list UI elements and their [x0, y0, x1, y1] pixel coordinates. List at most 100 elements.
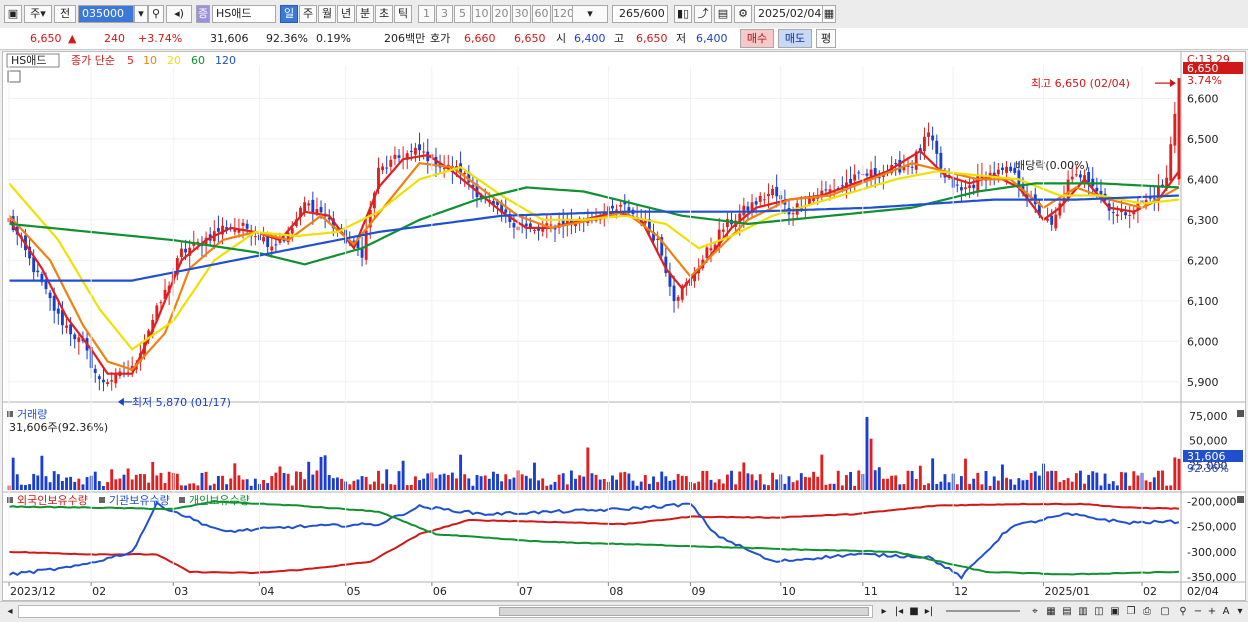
- volume-bar: [923, 485, 926, 490]
- interval-button-20[interactable]: 20: [492, 5, 511, 23]
- scroll-right-icon[interactable]: ▸: [878, 604, 890, 619]
- split-icon[interactable]: ◫: [1092, 604, 1106, 619]
- period-tab-3[interactable]: 년: [337, 5, 355, 23]
- candle-body: [253, 236, 257, 238]
- save-icon[interactable]: ▤: [714, 5, 732, 23]
- candle-body: [705, 247, 709, 258]
- interval-button-30[interactable]: 30: [512, 5, 531, 23]
- volume-bar: [680, 475, 684, 490]
- scroll-left-icon[interactable]: ◂: [4, 604, 16, 619]
- volume-bar: [643, 475, 647, 490]
- speaker-icon[interactable]: ◂): [166, 5, 192, 23]
- stock-code-input[interactable]: 035000: [78, 5, 134, 23]
- volume-bar: [471, 485, 475, 490]
- volume-bar: [233, 463, 237, 490]
- search-icon[interactable]: ⚲: [148, 5, 164, 23]
- volume-bar: [881, 478, 885, 490]
- interval-button-120[interactable]: 120: [552, 5, 574, 23]
- x-axis-label-10: 11: [864, 585, 878, 598]
- volume-bar: [405, 485, 409, 490]
- holdings-axis-tick-2: -300,000: [1187, 546, 1236, 559]
- legend-stock-name: HS애드: [11, 54, 47, 67]
- volume-bar: [799, 473, 803, 490]
- volume-bar: [561, 473, 565, 490]
- period-tab-2[interactable]: 월: [318, 5, 336, 23]
- zoom-search-icon[interactable]: ⚲: [1176, 604, 1190, 619]
- zoom-in-icon[interactable]: +: [1206, 604, 1218, 619]
- interval-dropdown[interactable]: ▾: [572, 5, 608, 23]
- candle-body: [270, 246, 274, 251]
- volume-bar: [356, 479, 360, 490]
- table-icon[interactable]: ▤: [1060, 604, 1074, 619]
- volume-bar: [582, 476, 586, 490]
- volume-bar: [943, 474, 947, 490]
- candle-body: [319, 207, 323, 213]
- scroll-down-icon[interactable]: ▾: [1234, 604, 1246, 619]
- candle-body: [512, 223, 516, 228]
- text-tool-icon[interactable]: A: [1220, 604, 1232, 619]
- date-field[interactable]: 2025/02/04: [754, 5, 824, 23]
- volume-bar: [389, 484, 393, 490]
- x-axis-label-9: 10: [782, 585, 796, 598]
- copy-icon[interactable]: ❐: [1124, 604, 1138, 619]
- window-icon[interactable]: ▣: [4, 5, 22, 23]
- volume-bar: [1001, 464, 1004, 490]
- first-page-icon[interactable]: |◂: [892, 604, 906, 619]
- zoom-slider[interactable]: [946, 610, 1020, 612]
- chevron-down-icon[interactable]: ▾: [134, 5, 148, 23]
- layout-icon[interactable]: ▥: [1076, 604, 1090, 619]
- volume-bar: [418, 480, 421, 490]
- volume-bar: [1078, 470, 1082, 490]
- calculator-icon[interactable]: [7, 70, 21, 83]
- volume-bar: [984, 470, 988, 490]
- candle-body: [771, 188, 774, 196]
- image-icon[interactable]: ▢: [1158, 604, 1172, 619]
- cursor-icon[interactable]: ⌖: [1028, 604, 1042, 619]
- candle-body: [110, 380, 114, 382]
- volume-bar: [820, 454, 824, 490]
- candle-body: [1009, 166, 1013, 171]
- chart-area[interactable]: 6,600 6,500 6,400 6,300 6,200 6,100 6,000 5,900…: [2, 51, 1246, 601]
- holdings-panel-close-icon[interactable]: [1237, 496, 1244, 503]
- grid-icon[interactable]: ▦: [1044, 604, 1058, 619]
- bottom-scrollbar[interactable]: ◂ ▸ |◂ ■ ▸| ⌖ ▦ ▤ ▥ ◫ ▣ ❐ ⎙ ▢ ⚲ − + A ▾: [0, 601, 1248, 622]
- lock-icon[interactable]: ▣: [1108, 604, 1122, 619]
- candle-body: [409, 150, 413, 152]
- buy-button[interactable]: 매수: [740, 29, 774, 48]
- price-panel[interactable]: [3, 52, 1181, 402]
- interval-button-10[interactable]: 10: [472, 5, 491, 23]
- volume-bar: [611, 475, 614, 490]
- period-tab-5[interactable]: 초: [375, 5, 393, 23]
- eval-button[interactable]: 평: [816, 29, 836, 48]
- interval-button-3[interactable]: 3: [436, 5, 453, 23]
- scroll-track[interactable]: [18, 605, 873, 618]
- volume-bar: [783, 483, 787, 490]
- period-tab-4[interactable]: 분: [356, 5, 374, 23]
- stop-icon[interactable]: ■: [908, 604, 920, 619]
- stock-name-field[interactable]: HS애드: [212, 5, 276, 23]
- volume-panel-close-icon[interactable]: [1237, 410, 1244, 417]
- interval-button-1[interactable]: 1: [418, 5, 435, 23]
- volume-bar: [508, 479, 512, 490]
- interval-button-5[interactable]: 5: [454, 5, 471, 23]
- indicator-icon[interactable]: ⤴: [694, 5, 712, 23]
- prev-button[interactable]: 전: [54, 5, 76, 23]
- interval-button-60[interactable]: 60: [532, 5, 551, 23]
- volume-bar: [656, 482, 660, 490]
- period-tab-0[interactable]: 일: [280, 5, 298, 23]
- period-tab-6[interactable]: 틱: [394, 5, 412, 23]
- gear-icon[interactable]: ⚙: [734, 5, 752, 23]
- sell-button[interactable]: 매도: [778, 29, 812, 48]
- calendar-icon[interactable]: ▦: [822, 5, 836, 23]
- last-page-icon[interactable]: ▸|: [922, 604, 936, 619]
- count-field[interactable]: 265/600: [612, 5, 668, 23]
- period-tab-1[interactable]: 주: [299, 5, 317, 23]
- print-icon[interactable]: ⎙: [1140, 604, 1154, 619]
- scroll-thumb[interactable]: [499, 607, 869, 616]
- candle-type-icon[interactable]: ▮▯: [674, 5, 692, 23]
- legend-ma-20: 20: [167, 54, 181, 67]
- zoom-out-icon[interactable]: −: [1192, 604, 1204, 619]
- volume-bar: [434, 478, 438, 490]
- price-chart-svg[interactable]: 6,600 6,500 6,400 6,300 6,200 6,100 6,000 5,900…: [3, 52, 1245, 600]
- market-select[interactable]: 주▾: [24, 5, 52, 23]
